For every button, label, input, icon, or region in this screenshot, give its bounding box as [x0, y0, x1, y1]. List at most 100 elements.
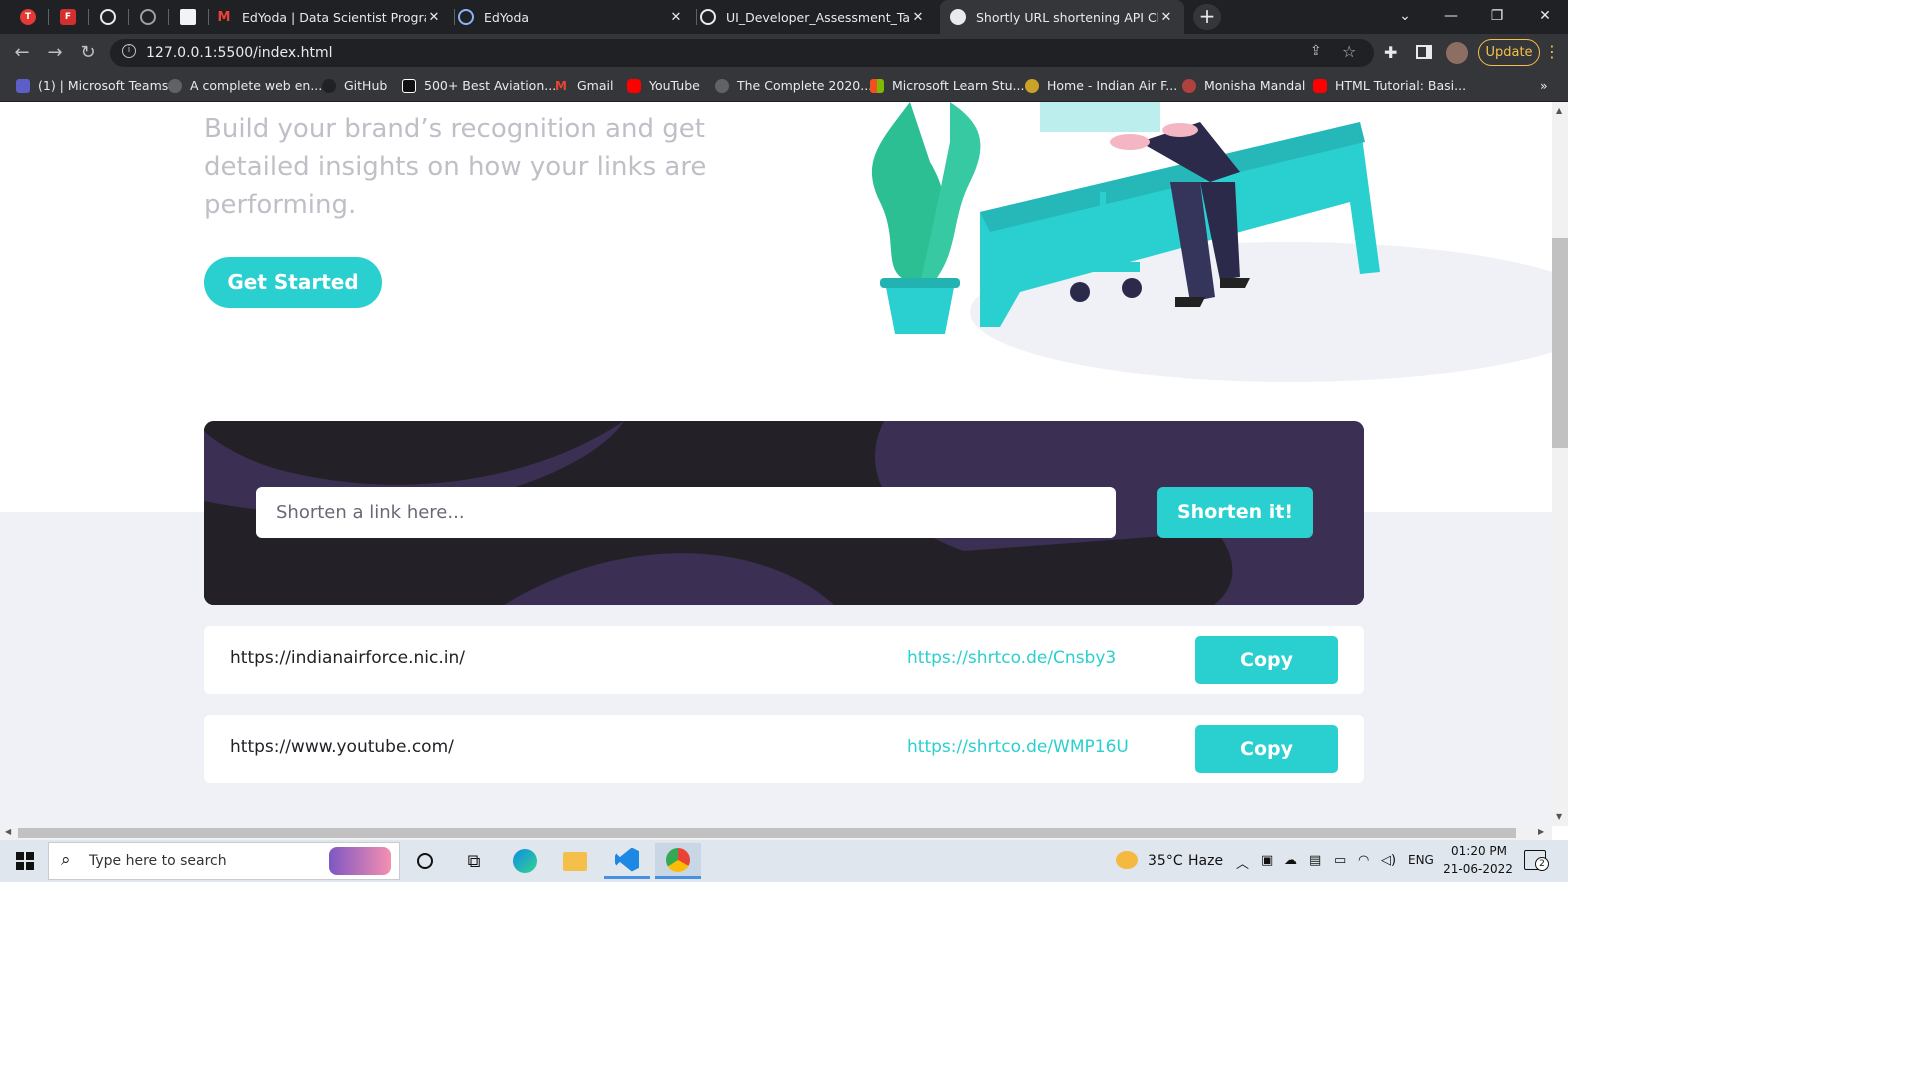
bookmark-ms-learn[interactable]: Microsoft Learn Stu... [870, 78, 1024, 93]
shorten-panel: Shorten it! [204, 421, 1364, 605]
tab-edyoda-program[interactable]: M EdYoda | Data Scientist Program | ✕ [216, 0, 452, 34]
close-icon[interactable]: ✕ [426, 10, 442, 25]
side-panel-icon[interactable] [1416, 45, 1432, 59]
scroll-down-icon[interactable]: ▼ [1556, 812, 1562, 821]
bookmark-gmail[interactable]: M Gmail [555, 78, 613, 93]
reload-icon[interactable]: ↻ [76, 42, 100, 66]
bookmark-monisha[interactable]: Monisha Mandal [1182, 78, 1305, 93]
menu-icon[interactable]: ⋮ [1544, 42, 1560, 61]
update-button[interactable]: Update [1478, 39, 1540, 66]
scroll-left-icon[interactable]: ◀ [5, 827, 11, 836]
horizontal-scroll-thumb[interactable] [18, 828, 1516, 838]
vertical-scroll-thumb[interactable] [1552, 238, 1568, 448]
tab-assessment[interactable]: UI_Developer_Assessment_Task.p ✕ [700, 0, 936, 34]
display-icon[interactable]: ▤ [1309, 853, 1321, 868]
minimize-button[interactable]: — [1428, 0, 1474, 34]
chrome-button[interactable] [655, 843, 701, 879]
address-bar[interactable]: i 127.0.0.1:5500/index.html ⇪ ☆ [110, 39, 1374, 67]
tab-page[interactable] [170, 0, 206, 34]
weather-desc[interactable]: Haze [1188, 853, 1223, 869]
close-icon[interactable]: ✕ [1158, 10, 1174, 25]
share-icon[interactable]: ⇪ [1310, 43, 1322, 59]
browser-toolbar: ← → ↻ i 127.0.0.1:5500/index.html ⇪ ☆ ✚ … [0, 34, 1568, 72]
bookmark-github[interactable]: GitHub [322, 78, 387, 93]
tab-title: EdYoda [484, 9, 530, 25]
close-icon[interactable]: ✕ [910, 10, 926, 25]
tab-search-icon[interactable]: ⌄ [1382, 0, 1428, 34]
short-url[interactable]: https://shrtco.de/Cnsby3 [907, 648, 1116, 668]
meet-icon[interactable]: ▣ [1261, 853, 1273, 868]
bookmark-indian-air-force[interactable]: Home - Indian Air F... [1025, 78, 1177, 93]
forward-icon[interactable]: → [43, 42, 67, 66]
battery-icon[interactable]: ▭ [1334, 853, 1346, 868]
close-window-button[interactable]: ✕ [1522, 0, 1568, 34]
globe-icon [100, 9, 116, 25]
scroll-right-icon[interactable]: ▶ [1538, 827, 1544, 836]
web-page: Build your brand’s recognition and get d… [0, 102, 1552, 826]
bookmark-youtube[interactable]: YouTube [627, 78, 700, 93]
close-icon[interactable]: ✕ [668, 10, 684, 25]
page-icon [180, 9, 196, 25]
edge-button[interactable] [502, 843, 548, 879]
scroll-up-icon[interactable]: ▲ [1556, 106, 1562, 115]
youtube-icon [1313, 78, 1327, 93]
bookmark-complete-2020[interactable]: The Complete 2020... [715, 78, 872, 93]
teams-icon [16, 78, 30, 93]
task-view-button[interactable] [402, 843, 448, 879]
link-input[interactable] [256, 487, 1116, 538]
widgets-button[interactable]: ⧉ [451, 843, 497, 879]
globe-icon [950, 9, 966, 25]
wifi-icon[interactable]: ◠ [1358, 853, 1369, 868]
tab-title: UI_Developer_Assessment_Task.p [726, 9, 910, 25]
tab-edyoda[interactable]: EdYoda ✕ [458, 0, 694, 34]
clock-date[interactable]: 21-06-2022 [1442, 862, 1514, 876]
tab-separator [696, 9, 697, 25]
tab-tuf[interactable]: T [10, 0, 46, 34]
weather-temp[interactable]: 35°C [1148, 853, 1183, 869]
vscode-button[interactable] [604, 843, 650, 879]
get-started-button[interactable]: Get Started [204, 257, 382, 308]
extensions-icon[interactable]: ✚ [1384, 43, 1397, 62]
aviation-icon [402, 78, 416, 93]
notification-icon[interactable]: 2 [1524, 850, 1549, 871]
globe-icon [140, 9, 156, 25]
bookmark-html-tutorial[interactable]: HTML Tutorial: Basi... [1313, 78, 1466, 93]
info-icon[interactable]: i [122, 44, 136, 58]
bookmark-label: Monisha Mandal [1204, 78, 1306, 93]
copy-button[interactable]: Copy [1195, 636, 1338, 684]
vertical-scrollbar[interactable] [1552, 102, 1568, 826]
new-tab-button[interactable]: + [1193, 4, 1221, 30]
tab-globe-2[interactable] [130, 0, 166, 34]
tab-globe-1[interactable] [90, 0, 126, 34]
youtube-icon [627, 78, 641, 93]
bookmark-label: A complete web en... [190, 78, 323, 93]
tab-tf[interactable]: F [50, 0, 86, 34]
bookmarks-bar: (1) | Microsoft Teams A complete web en.… [0, 72, 1568, 102]
start-button[interactable] [2, 843, 48, 879]
volume-icon[interactable]: ◁) [1381, 853, 1396, 868]
bookmark-aviation[interactable]: 500+ Best Aviation... [402, 78, 556, 93]
clock-time[interactable]: 01:20 PM [1448, 844, 1510, 858]
tuf-icon: T [20, 9, 36, 25]
tab-title: EdYoda | Data Scientist Program | [242, 9, 426, 25]
back-icon[interactable]: ← [10, 42, 34, 66]
chevron-up-icon[interactable]: ︿ [1236, 853, 1249, 872]
github-icon [322, 78, 336, 93]
bookmark-label: 500+ Best Aviation... [424, 78, 557, 93]
onedrive-icon[interactable]: ☁ [1284, 853, 1297, 868]
copy-button[interactable]: Copy [1195, 725, 1338, 773]
bookmark-star-icon[interactable]: ☆ [1342, 42, 1356, 61]
restore-button[interactable]: ❐ [1474, 0, 1520, 34]
bookmark-teams[interactable]: (1) | Microsoft Teams [16, 78, 168, 93]
shorten-button[interactable]: Shorten it! [1157, 487, 1313, 538]
tab-shortly[interactable]: Shortly URL shortening API Chall ✕ [940, 0, 1184, 34]
bookmarks-more-icon[interactable]: » [1540, 78, 1548, 93]
search-highlight-icon [329, 847, 391, 875]
taskbar-search[interactable]: ⌕ Type here to search [48, 842, 400, 880]
avatar[interactable] [1446, 42, 1468, 64]
bookmark-web-en[interactable]: A complete web en... [168, 78, 322, 93]
globe-icon [715, 78, 729, 93]
short-url[interactable]: https://shrtco.de/WMP16U [907, 737, 1129, 757]
file-explorer-button[interactable] [552, 843, 598, 879]
language-indicator[interactable]: ENG [1408, 853, 1434, 867]
